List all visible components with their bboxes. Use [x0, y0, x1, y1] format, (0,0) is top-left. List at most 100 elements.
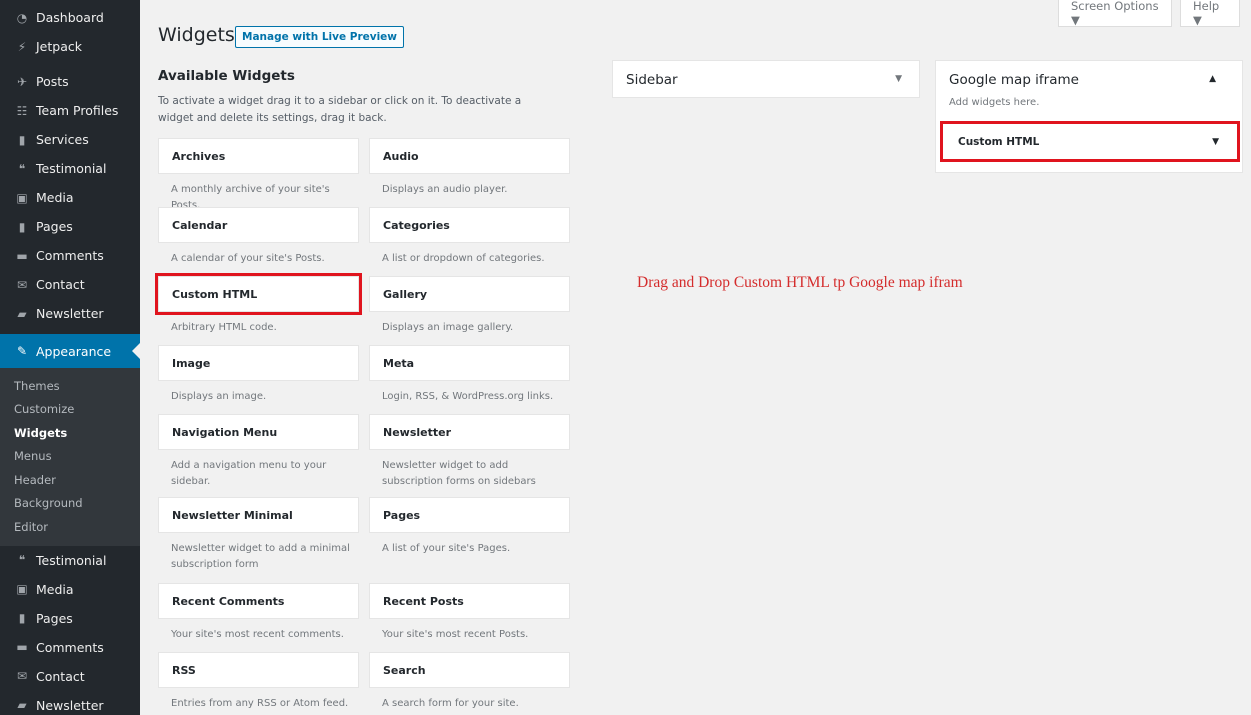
menu-item-label: Testimonial — [36, 552, 107, 568]
widget-description: Newsletter widget to add subscription fo… — [382, 460, 536, 487]
submenu-item-widgets[interactable]: Widgets — [0, 421, 140, 445]
menu-item-media[interactable]: ▣ Media — [0, 183, 140, 212]
media-icon: ▣ — [16, 582, 28, 596]
page-icon: ▮ — [18, 132, 26, 147]
widget-description: Add a navigation menu to your sidebar. — [171, 460, 327, 487]
widget-description: A calendar of your site's Posts. — [171, 253, 325, 264]
submenu-item-menus[interactable]: Menus — [0, 445, 140, 469]
submenu-item-header[interactable]: Header — [0, 468, 140, 492]
menu-item-pages[interactable]: ▮ Pages — [0, 212, 140, 241]
menu-item-label: Media — [36, 581, 74, 597]
manage-live-preview-button[interactable]: Manage with Live Preview — [235, 26, 405, 48]
toggle-arrow-icon[interactable]: ▲ — [1209, 74, 1216, 84]
menu-item-label: Media — [36, 190, 74, 205]
admin-menu: ◔ Dashboard ⚡ Jetpack ✈ Posts ☷ Team Profiles ▮ S… — [0, 0, 140, 715]
placed-widget-title: Custom HTML — [958, 135, 1040, 148]
menu-item-label: Contact — [36, 668, 85, 684]
newsletter-icon: ▰ — [17, 306, 27, 321]
pin-icon: ✈ — [16, 74, 28, 89]
menu-item-media[interactable]: ▣ Media — [0, 575, 140, 604]
sidebar-title: Sidebar — [626, 72, 678, 88]
menu-item-label: Pages — [36, 610, 73, 626]
widget-image[interactable]: Image — [158, 345, 359, 381]
screen-options-button[interactable]: Screen Options ▼ — [1058, 0, 1172, 27]
menu-item-label: Comments — [36, 639, 104, 655]
sidebar-title: Google map iframe — [949, 72, 1079, 88]
widget-audio[interactable]: Audio — [369, 138, 570, 174]
widget-description: Your site's most recent comments. — [171, 629, 344, 640]
widget-description: Entries from any RSS or Atom feed. — [171, 698, 349, 709]
menu-item-label: Comments — [36, 248, 104, 263]
widget-archives[interactable]: Archives — [158, 138, 359, 174]
envelope-icon: ✉ — [16, 669, 28, 683]
media-icon: ▣ — [16, 190, 28, 205]
toggle-arrow-icon[interactable]: ▼ — [895, 74, 902, 84]
menu-item-label: Testimonial — [36, 161, 107, 176]
widget-custom-html[interactable]: Custom HTML — [155, 273, 362, 315]
widget-meta[interactable]: Meta — [369, 345, 570, 381]
menu-item-posts[interactable]: ✈ Posts — [0, 67, 140, 96]
widget-gallery[interactable]: Gallery — [369, 276, 570, 312]
widget-search[interactable]: Search — [369, 652, 570, 688]
menu-item-label: Pages — [36, 219, 73, 234]
menu-item-jetpack[interactable]: ⚡ Jetpack — [0, 32, 140, 61]
widget-newsletter-minimal[interactable]: Newsletter Minimal — [158, 497, 359, 533]
chevron-down-icon[interactable]: ▼ — [1212, 137, 1219, 147]
menu-item-pages[interactable]: ▮ Pages — [0, 604, 140, 633]
widget-description: A list of your site's Pages. — [382, 543, 511, 554]
page-icon: ▮ — [18, 219, 26, 234]
quote-icon: ❝ — [18, 553, 26, 567]
appearance-submenu: Themes Customize Widgets Menus Header Backgro… — [0, 368, 140, 546]
widget-recent-comments[interactable]: Recent Comments — [158, 583, 359, 619]
widget-description: Arbitrary HTML code. — [171, 322, 277, 333]
sidebar-area-sidebar[interactable]: Sidebar ▼ — [612, 60, 920, 98]
submenu-item-editor[interactable]: Editor — [0, 515, 140, 539]
menu-item-label: Services — [36, 132, 89, 147]
instruction-annotation: Drag and Drop Custom HTML tp Google map … — [637, 274, 963, 291]
menu-item-newsletter[interactable]: ▰ Newsletter — [0, 691, 140, 715]
help-button[interactable]: Help ▼ — [1180, 0, 1240, 27]
comment-icon: ▬ — [16, 640, 28, 654]
menu-item-newsletter[interactable]: ▰ Newsletter — [0, 299, 140, 328]
submenu-item-themes[interactable]: Themes — [0, 374, 140, 398]
widget-description: Your site's most recent Posts. — [382, 629, 529, 640]
quote-icon: ❝ — [18, 161, 26, 176]
menu-item-comments[interactable]: ▬ Comments — [0, 241, 140, 270]
menu-item-label: Posts — [36, 74, 69, 89]
sidebar-area-google-map-iframe[interactable]: Google map iframe ▲ Add widgets here. Cu… — [935, 60, 1243, 173]
widget-description: Displays an audio player. — [382, 184, 508, 195]
available-widgets-heading: Available Widgets — [158, 68, 295, 84]
widget-navigation-menu[interactable]: Navigation Menu — [158, 414, 359, 450]
widget-description: Displays an image. — [171, 391, 267, 402]
menu-item-comments[interactable]: ▬ Comments — [0, 633, 140, 662]
menu-item-contact[interactable]: ✉ Contact — [0, 270, 140, 299]
menu-item-appearance[interactable]: ✎ Appearance — [0, 334, 140, 368]
submenu-item-customize[interactable]: Customize — [0, 398, 140, 422]
menu-item-label: Jetpack — [36, 39, 82, 54]
widget-calendar[interactable]: Calendar — [158, 207, 359, 243]
widget-newsletter[interactable]: Newsletter — [369, 414, 570, 450]
menu-item-team-profiles[interactable]: ☷ Team Profiles — [0, 96, 140, 125]
menu-item-testimonial[interactable]: ❝ Testimonial — [0, 546, 140, 575]
menu-item-label: Dashboard — [36, 10, 104, 25]
widget-categories[interactable]: Categories — [369, 207, 570, 243]
widget-description: Displays an image gallery. — [382, 322, 514, 333]
widget-description: A search form for your site. — [382, 698, 519, 709]
menu-item-label: Newsletter — [36, 697, 104, 713]
newsletter-icon: ▰ — [17, 698, 27, 712]
widget-rss[interactable]: RSS — [158, 652, 359, 688]
placed-widget-custom-html[interactable]: Custom HTML ▼ — [940, 121, 1240, 162]
menu-item-label: Newsletter — [36, 306, 104, 321]
groups-icon: ☷ — [16, 103, 28, 118]
menu-item-contact[interactable]: ✉ Contact — [0, 662, 140, 691]
available-widgets-description: To activate a widget drag it to a sideba… — [158, 95, 522, 124]
menu-item-dashboard[interactable]: ◔ Dashboard — [0, 3, 140, 32]
widget-description: Login, RSS, & WordPress.org links. — [382, 391, 554, 402]
widget-recent-posts[interactable]: Recent Posts — [369, 583, 570, 619]
menu-item-services[interactable]: ▮ Services — [0, 125, 140, 154]
widget-pages[interactable]: Pages — [369, 497, 570, 533]
menu-item-label: Contact — [36, 277, 85, 292]
menu-item-testimonial[interactable]: ❝ Testimonial — [0, 154, 140, 183]
brush-icon: ✎ — [16, 344, 28, 358]
submenu-item-background[interactable]: Background — [0, 492, 140, 516]
